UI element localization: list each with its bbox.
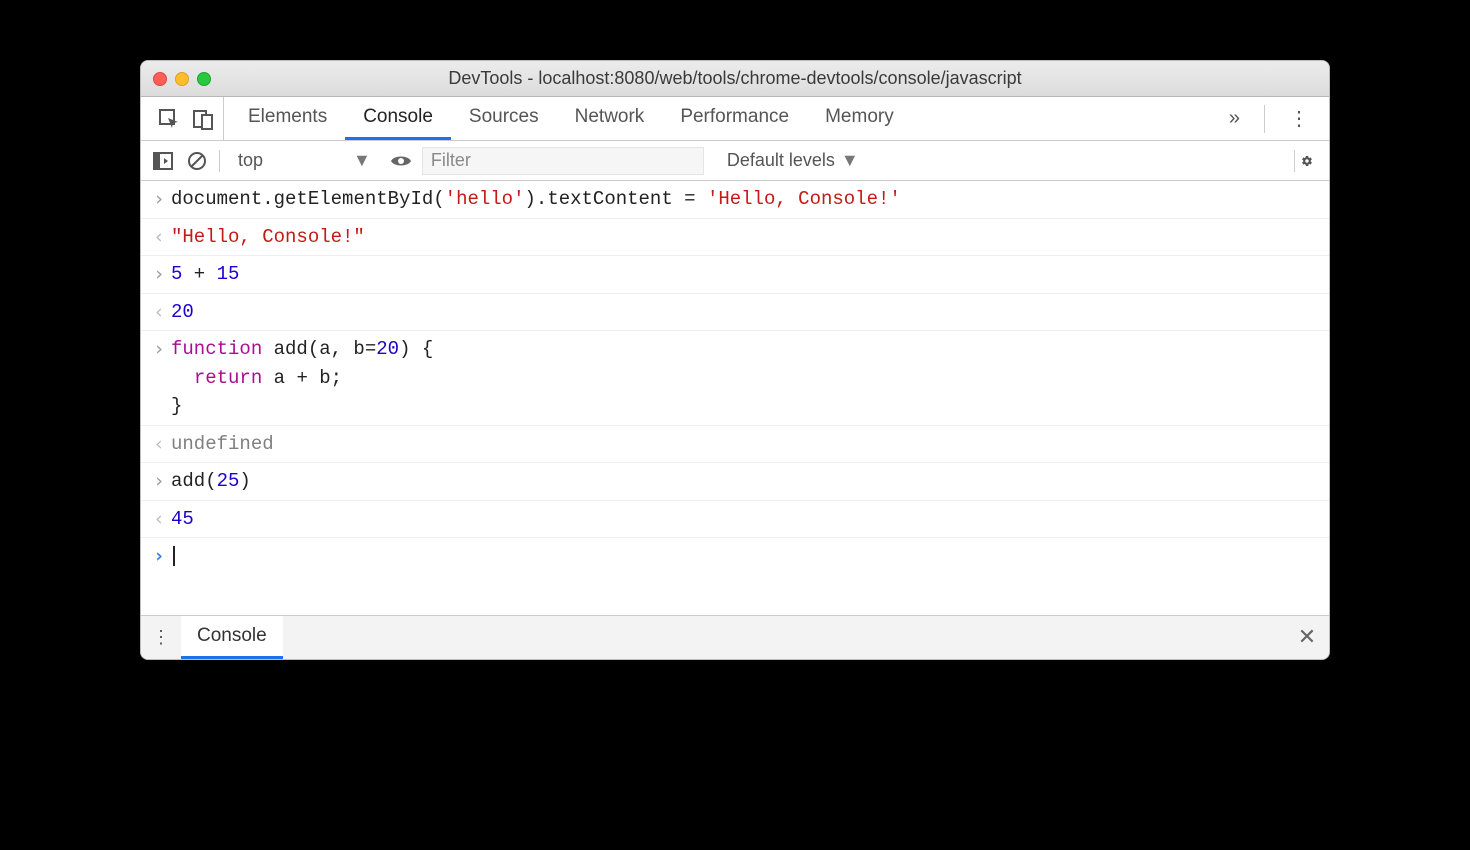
console-row-input: ›function add(a, b=20) { return a + b; } [141, 331, 1329, 426]
code-token: a + b; [262, 367, 342, 389]
dropdown-arrow-icon: ▼ [353, 150, 371, 171]
code-token: ) [239, 470, 250, 492]
console-code: add(25) [171, 467, 251, 496]
code-token: add( [171, 470, 217, 492]
minimize-window-button[interactable] [175, 72, 189, 86]
code-token: document [171, 188, 262, 210]
prompt-output-icon: ‹ [147, 430, 171, 459]
console-code[interactable] [171, 542, 175, 571]
tab-elements[interactable]: Elements [230, 97, 345, 140]
close-window-button[interactable] [153, 72, 167, 86]
text-cursor [173, 546, 175, 566]
code-token: 15 [217, 263, 240, 285]
console-row-prompt: › [141, 538, 1329, 575]
code-token: 'Hello, Console!' [707, 188, 901, 210]
code-token: ) { [399, 338, 433, 360]
console-code: document.getElementById('hello').textCon… [171, 185, 901, 214]
console-code: 20 [171, 298, 194, 327]
prompt-input-icon: › [147, 260, 171, 289]
code-token: 20 [376, 338, 399, 360]
tab-memory[interactable]: Memory [807, 97, 912, 140]
code-token: . [536, 188, 547, 210]
console-row-output: ‹"Hello, Console!" [141, 219, 1329, 257]
code-token: add(a, b= [262, 338, 376, 360]
code-token: } [171, 395, 182, 417]
console-toolbar: top ▼ Default levels ▼ [141, 141, 1329, 181]
console-row-input: ›add(25) [141, 463, 1329, 501]
separator [219, 150, 220, 172]
inspect-element-icon[interactable] [157, 107, 181, 131]
console-code: "Hello, Console!" [171, 223, 365, 252]
dropdown-arrow-icon: ▼ [841, 150, 859, 171]
drawer-tab-label: Console [197, 625, 267, 647]
code-token: ( [433, 188, 444, 210]
console-row-output: ‹20 [141, 294, 1329, 332]
traffic-lights [153, 72, 211, 86]
console-code: 5 + 15 [171, 260, 239, 289]
panel-tabs: ElementsConsoleSourcesNetworkPerformance… [230, 97, 912, 140]
prompt-output-icon: ‹ [147, 298, 171, 327]
prompt-input-icon: › [147, 185, 171, 214]
drawer-close-button[interactable]: ✕ [1285, 616, 1329, 659]
context-label: top [238, 150, 263, 171]
console-row-input: ›5 + 15 [141, 256, 1329, 294]
prompt-output-icon: ‹ [147, 223, 171, 252]
drawer-tab-console[interactable]: Console [181, 616, 283, 659]
prompt-input-icon: › [147, 467, 171, 496]
separator [1264, 105, 1265, 133]
zoom-window-button[interactable] [197, 72, 211, 86]
code-token: + [182, 263, 216, 285]
live-expression-icon[interactable] [389, 149, 413, 173]
code-token: undefined [171, 433, 274, 455]
tab-performance[interactable]: Performance [662, 97, 807, 140]
code-token: "Hello, Console!" [171, 226, 365, 248]
prompt-input-icon: › [147, 335, 171, 364]
tab-network[interactable]: Network [557, 97, 663, 140]
console-code: 45 [171, 505, 194, 534]
execution-context-select[interactable]: top ▼ [230, 148, 379, 173]
console-output[interactable]: ›document.getElementById('hello').textCo… [141, 181, 1329, 615]
code-token: textContent [547, 188, 672, 210]
code-token: 'hello' [445, 188, 525, 210]
console-code: function add(a, b=20) { return a + b; } [171, 335, 433, 421]
prompt-output-icon: ‹ [147, 505, 171, 534]
clear-console-icon[interactable] [185, 149, 209, 173]
console-settings-icon[interactable] [1295, 149, 1319, 173]
code-token: 20 [171, 301, 194, 323]
inspect-tools [149, 97, 224, 140]
code-token: 25 [217, 470, 240, 492]
filter-input[interactable] [423, 148, 703, 174]
prompt-live-icon: › [147, 542, 171, 571]
code-token: return [194, 367, 262, 389]
code-token: = [673, 188, 707, 210]
levels-label: Default levels [727, 150, 835, 171]
devtools-window: DevTools - localhost:8080/web/tools/chro… [140, 60, 1330, 660]
console-row-output: ‹45 [141, 501, 1329, 539]
code-token: getElementById [274, 188, 434, 210]
drawer-menu-button[interactable]: ⋮ [141, 616, 181, 659]
device-toolbar-icon[interactable] [191, 107, 215, 131]
show-console-sidebar-icon[interactable] [151, 149, 175, 173]
main-menu-button[interactable]: ⋮ [1279, 106, 1321, 131]
drawer: ⋮ Console ✕ [141, 615, 1329, 659]
overflow-tabs-button[interactable]: » [1219, 107, 1250, 130]
console-row-input: ›document.getElementById('hello').textCo… [141, 181, 1329, 219]
window-title: DevTools - localhost:8080/web/tools/chro… [141, 68, 1329, 89]
tab-console[interactable]: Console [345, 97, 451, 140]
log-levels-select[interactable]: Default levels ▼ [727, 150, 859, 171]
titlebar[interactable]: DevTools - localhost:8080/web/tools/chro… [141, 61, 1329, 97]
main-tabbar: ElementsConsoleSourcesNetworkPerformance… [141, 97, 1329, 141]
code-token: . [262, 188, 273, 210]
code-token: function [171, 338, 262, 360]
code-token: ) [525, 188, 536, 210]
code-token: 5 [171, 263, 182, 285]
code-token [171, 367, 194, 389]
tab-sources[interactable]: Sources [451, 97, 557, 140]
console-code: undefined [171, 430, 274, 459]
code-token: 45 [171, 508, 194, 530]
console-row-output: ‹undefined [141, 426, 1329, 464]
